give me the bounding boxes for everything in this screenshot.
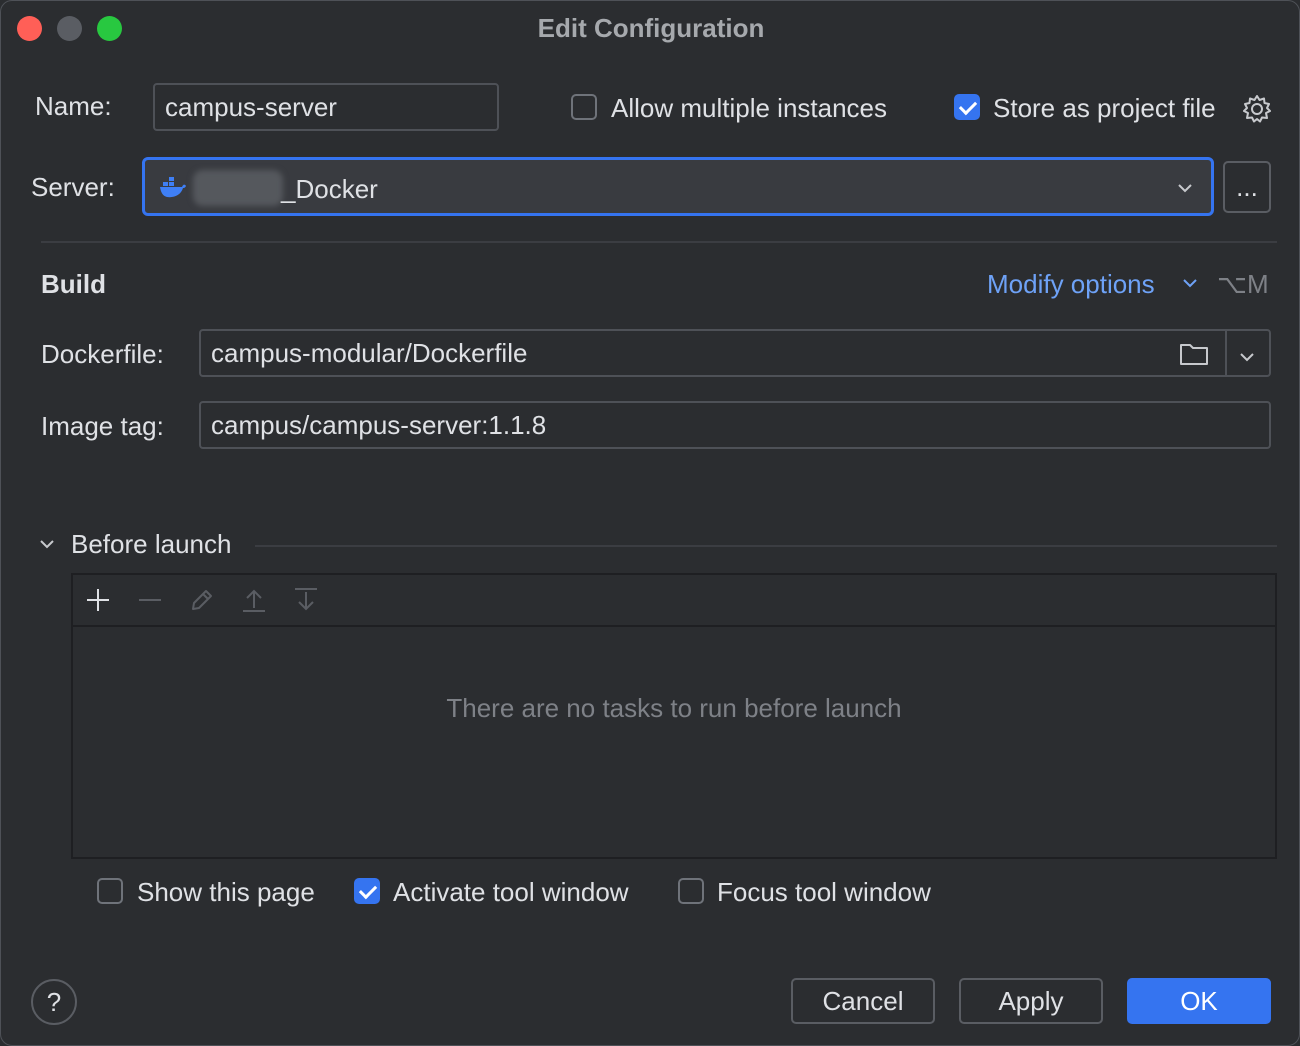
modify-options-shortcut: ⌥M [1217,269,1269,299]
chevron-down-icon[interactable] [1237,343,1257,363]
allow-multiple-instances-checkbox[interactable] [571,94,597,120]
remove-icon[interactable] [137,587,163,613]
dockerfile-input-value: campus-modular/Dockerfile [211,337,528,368]
add-icon[interactable] [85,587,111,613]
server-more-button-label: ... [1236,171,1258,202]
store-as-project-file-checkbox[interactable] [954,94,980,120]
cancel-button[interactable]: Cancel [791,978,935,1024]
help-button[interactable]: ? [31,979,77,1025]
cancel-button-label: Cancel [822,985,904,1016]
chevron-down-icon [1175,178,1195,198]
divider [41,241,1277,243]
redacted-server-name [193,170,283,206]
before-launch-panel: There are no tasks to run before launch [71,573,1277,859]
focus-tool-window-checkbox[interactable] [678,878,704,904]
folder-icon[interactable] [1179,342,1209,366]
before-launch-heading: Before launch [71,529,232,559]
dockerfile-input[interactable]: campus-modular/Dockerfile [199,329,1271,377]
edit-icon[interactable] [189,587,215,613]
chevron-down-icon[interactable] [37,534,57,554]
help-icon: ? [46,986,62,1017]
focus-tool-window-label: Focus tool window [717,877,931,907]
divider [255,545,1277,547]
chevron-down-icon[interactable] [1181,274,1199,292]
dockerfile-label: Dockerfile: [41,339,164,369]
edit-configuration-dialog: Edit Configuration Name: campus-server A… [0,0,1300,1046]
modify-options-link[interactable]: Modify options [987,269,1155,300]
image-tag-input-value: campus/campus-server:1.1.8 [211,409,547,440]
gear-icon[interactable] [1241,93,1273,125]
activate-tool-window-checkbox[interactable] [354,878,380,904]
image-tag-label: Image tag: [41,411,164,441]
server-more-button[interactable]: ... [1223,161,1271,213]
show-this-page-label: Show this page [137,877,315,907]
image-tag-input[interactable]: campus/campus-server:1.1.8 [199,401,1271,449]
activate-tool-window-label: Activate tool window [393,877,629,907]
name-label: Name: [35,91,112,121]
show-this-page-checkbox[interactable] [97,878,123,904]
store-as-project-file-label: Store as project file [993,93,1216,123]
window-title: Edit Configuration [537,13,765,43]
build-heading: Build [41,269,106,299]
name-input-value: campus-server [165,91,337,122]
allow-multiple-instances-label: Allow multiple instances [611,93,888,123]
name-input[interactable]: campus-server [153,83,499,131]
before-launch-empty-text: There are no tasks to run before launch [446,693,902,723]
server-select-value: _Docker [281,174,378,204]
divider [1225,331,1227,375]
server-select[interactable]: _Docker [142,157,1214,216]
server-label: Server: [31,172,115,202]
move-down-icon[interactable] [293,587,319,613]
before-launch-toolbar [73,575,1275,627]
move-up-icon[interactable] [241,587,267,613]
ok-button-label: OK [1180,985,1218,1016]
apply-button[interactable]: Apply [959,978,1103,1024]
ok-button[interactable]: OK [1127,978,1271,1024]
apply-button-label: Apply [998,985,1064,1016]
docker-icon [159,174,187,200]
